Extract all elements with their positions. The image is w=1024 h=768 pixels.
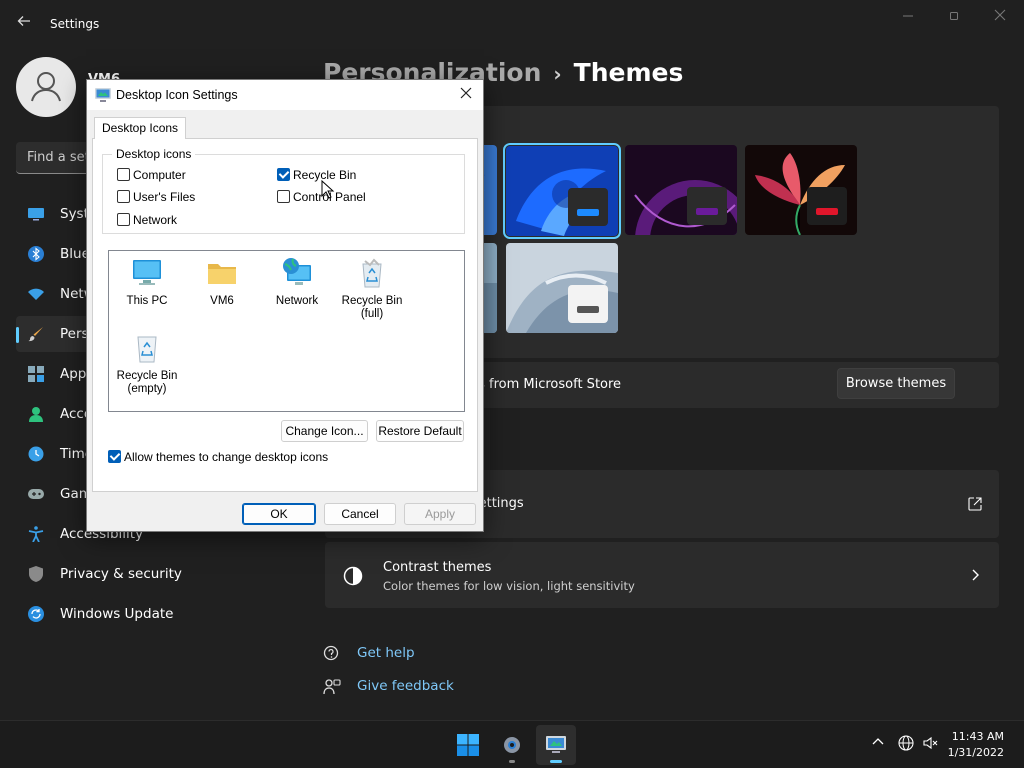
active-indicator bbox=[16, 327, 19, 343]
gamepad-icon bbox=[28, 489, 44, 499]
shield-icon bbox=[29, 566, 43, 582]
group-label: Desktop icons bbox=[112, 147, 196, 161]
computer-icon bbox=[133, 260, 161, 285]
theme-taskbar-preview bbox=[568, 285, 608, 323]
close-icon bbox=[460, 87, 472, 99]
start-button[interactable] bbox=[448, 725, 488, 765]
checkbox-box[interactable] bbox=[117, 190, 130, 203]
checkbox-box-checked[interactable] bbox=[277, 168, 290, 181]
folder-icon bbox=[208, 264, 236, 284]
desktop-icon-settings-dialog: Desktop Icon Settings Desktop Icons Desk… bbox=[86, 79, 484, 532]
volume-muted-icon[interactable] bbox=[922, 735, 940, 753]
mouse-cursor-icon bbox=[321, 180, 335, 199]
apps-icon bbox=[28, 366, 44, 382]
system-clock[interactable]: 11:43 AM 1/31/2022 bbox=[948, 729, 1004, 761]
theme-taskbar-preview bbox=[807, 187, 847, 225]
person-icon bbox=[31, 72, 61, 102]
desktop-settings-icon bbox=[95, 88, 111, 102]
sidebar-item-label: Windows Update bbox=[60, 606, 174, 622]
app-title: Settings bbox=[50, 17, 100, 31]
dialog-title: Desktop Icon Settings bbox=[116, 88, 238, 102]
change-icon-button[interactable]: Change Icon... bbox=[281, 420, 368, 442]
taskbar-settings-app[interactable] bbox=[492, 725, 532, 765]
contrast-themes-subtitle: Color themes for low vision, light sensi… bbox=[383, 579, 635, 593]
tab-desktop-icons[interactable]: Desktop Icons bbox=[94, 117, 187, 139]
contrast-themes-title: Contrast themes bbox=[383, 560, 492, 575]
sidebar-item-label: Privacy & security bbox=[60, 566, 182, 582]
theme-thumbnail[interactable] bbox=[506, 243, 618, 333]
person-icon bbox=[29, 407, 43, 422]
list-item-recycle-bin-full[interactable]: Recycle Bin (full) bbox=[334, 257, 410, 321]
desktop-icon-list[interactable]: This PC VM6 Network Recycle Bin (full) R… bbox=[108, 250, 465, 412]
monitor-icon bbox=[28, 208, 44, 221]
clock-globe-icon bbox=[28, 446, 44, 462]
sidebar-item-privacy-security[interactable]: Privacy & security bbox=[16, 556, 308, 592]
theme-taskbar-preview bbox=[687, 187, 727, 225]
contrast-themes-row[interactable]: Contrast themes Color themes for low vis… bbox=[325, 542, 999, 608]
clock-time: 11:43 AM bbox=[951, 730, 1004, 743]
chevron-up-icon[interactable] bbox=[869, 735, 887, 753]
feedback-icon bbox=[323, 679, 341, 695]
theme-thumbnail[interactable] bbox=[745, 145, 857, 235]
clock-date: 1/31/2022 bbox=[947, 746, 1004, 759]
maximize-button[interactable] bbox=[940, 8, 968, 26]
settings-titlebar: Settings bbox=[0, 0, 1024, 48]
minimize-button[interactable] bbox=[894, 8, 922, 26]
checkbox-box[interactable] bbox=[117, 213, 130, 226]
browse-themes-button[interactable]: Browse themes bbox=[837, 368, 955, 399]
accessibility-icon bbox=[28, 526, 44, 542]
help-chat-icon bbox=[323, 645, 339, 661]
chevron-right-icon bbox=[972, 569, 979, 581]
list-item-user-folder[interactable]: VM6 bbox=[184, 257, 260, 308]
checkbox-box-checked[interactable] bbox=[108, 450, 121, 463]
restore-default-button[interactable]: Restore Default bbox=[376, 420, 464, 442]
update-icon bbox=[28, 606, 44, 622]
contrast-icon bbox=[343, 566, 363, 586]
recycle-bin-empty-icon bbox=[137, 336, 157, 363]
external-link-icon bbox=[968, 497, 982, 511]
desktop-settings-icon bbox=[546, 736, 566, 753]
list-item-network[interactable]: Network bbox=[259, 257, 335, 308]
checkbox-box[interactable] bbox=[277, 190, 290, 203]
theme-taskbar-preview bbox=[568, 188, 608, 226]
page-title: Themes bbox=[573, 58, 684, 87]
theme-thumbnail[interactable] bbox=[625, 145, 737, 235]
avatar[interactable] bbox=[16, 57, 76, 117]
list-item-this-pc[interactable]: This PC bbox=[109, 257, 185, 308]
checkbox-box[interactable] bbox=[117, 168, 130, 181]
network-globe-icon bbox=[283, 258, 311, 285]
taskbar-desktop-icon-settings-app[interactable] bbox=[536, 725, 576, 765]
windows-logo-icon bbox=[457, 734, 479, 756]
sidebar-item-windows-update[interactable]: Windows Update bbox=[16, 596, 308, 632]
wifi-icon bbox=[28, 288, 44, 300]
cancel-button[interactable]: Cancel bbox=[324, 503, 396, 525]
list-item-recycle-bin-empty[interactable]: Recycle Bin (empty) bbox=[109, 332, 185, 396]
bluetooth-icon bbox=[28, 246, 44, 262]
recycle-bin-full-icon bbox=[362, 258, 382, 288]
globe-icon[interactable] bbox=[897, 735, 915, 753]
ok-button[interactable]: OK bbox=[242, 503, 316, 525]
chevron-right-icon: › bbox=[553, 62, 562, 86]
back-arrow-icon[interactable] bbox=[14, 13, 34, 33]
dialog-close-button[interactable] bbox=[455, 84, 477, 106]
theme-thumbnail-selected[interactable] bbox=[503, 143, 621, 239]
gear-icon bbox=[504, 737, 520, 753]
close-window-button[interactable] bbox=[986, 8, 1014, 26]
brush-icon bbox=[28, 327, 43, 342]
dialog-titlebar[interactable]: Desktop Icon Settings bbox=[87, 80, 483, 110]
taskbar: 11:43 AM 1/31/2022 bbox=[0, 720, 1024, 768]
apply-button[interactable]: Apply bbox=[404, 503, 476, 525]
